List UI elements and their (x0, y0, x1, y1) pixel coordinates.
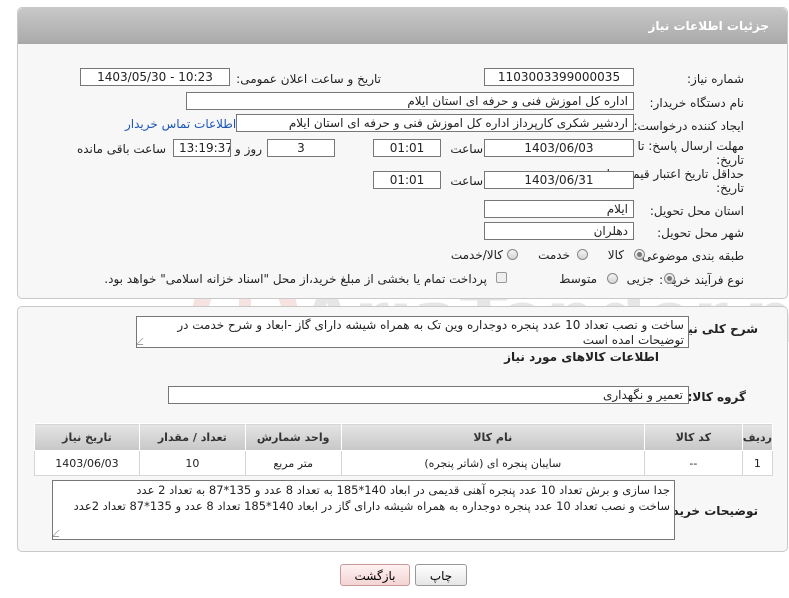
header-need-date: تاریخ نیاز (34, 423, 140, 451)
summary-textarea[interactable]: ساخت و نصب تعداد 10 عدد پنجره دوجداره وی… (136, 316, 689, 348)
cell-row-number: 1 (741, 450, 774, 476)
header-unit: واحد شمارش (244, 423, 342, 451)
purchase-radio-minor[interactable] (664, 273, 675, 284)
header-item-name: نام کالا (340, 423, 645, 451)
announce-datetime-field: 1403/05/30 - 10:23 (80, 68, 230, 86)
buyer-contact-link[interactable]: اطلاعات تماس خریدار (125, 117, 236, 131)
purchase-radio-medium[interactable] (607, 273, 618, 284)
buyer-notes-line-2: ساخت و نصب تعداد 10 عدد پنجره دوجداره به… (73, 499, 670, 513)
cell-need-date: 1403/06/03 (34, 450, 140, 476)
table-row[interactable]: 1 -- سایبان پنجره ای (شاتر پنجره) متر مر… (34, 450, 774, 476)
cell-item-code: -- (643, 450, 743, 476)
remaining-time-field: 13:19:37 (173, 139, 231, 157)
price-validity-time-field: 01:01 (373, 171, 441, 189)
reply-deadline-label: مهلت ارسال پاسخ: تا (637, 139, 744, 153)
city-label: شهر محل تحویل: (657, 226, 744, 240)
purchase-option-minor: جزیی (626, 272, 654, 286)
header-row-number: ردیف (741, 423, 774, 451)
category-label: طبقه بندی موضوعی: (637, 249, 744, 263)
price-validity-time-label: ساعت (450, 174, 483, 188)
items-table: ردیف کد کالا نام کالا واحد شمارش تعداد /… (34, 423, 774, 476)
reply-deadline-time-field: 01:01 (373, 139, 441, 157)
treasury-payment-note: پرداخت تمام یا بخشی از مبلغ خرید،از محل … (104, 272, 487, 286)
category-radio-goods-service[interactable] (507, 249, 518, 260)
table-header-row: ردیف کد کالا نام کالا واحد شمارش تعداد /… (34, 423, 774, 451)
purchase-option-medium: متوسط (559, 272, 597, 286)
treasury-payment-checkbox[interactable] (496, 272, 507, 283)
province-field: ایلام (484, 200, 634, 218)
goods-group-field: تعمیر و نگهداری (168, 386, 689, 404)
category-radio-goods[interactable] (634, 249, 645, 260)
header-item-code: کد کالا (643, 423, 743, 451)
cell-quantity: 10 (138, 450, 246, 476)
requester-field: اردشیر شکری کارپرداز اداره کل اموزش فنی … (236, 114, 634, 132)
need-number-field: 1103003399000035 (484, 68, 634, 86)
resize-handle[interactable] (53, 530, 66, 537)
category-radio-service[interactable] (577, 249, 588, 260)
header-quantity: تعداد / مقدار (138, 423, 246, 451)
summary-text: ساخت و نصب تعداد 10 عدد پنجره دوجداره وی… (177, 318, 684, 347)
resize-handle[interactable] (137, 338, 150, 345)
print-button[interactable]: چاپ (415, 564, 467, 586)
back-button[interactable]: بازگشت (340, 564, 410, 586)
reply-deadline-label-2: تاریخ: (716, 153, 744, 167)
buyer-notes-textarea[interactable]: جدا سازی و برش تعداد 10 عدد پنجره آهنی ق… (52, 480, 675, 540)
province-label: استان محل تحویل: (649, 204, 744, 218)
requester-label: ایجاد کننده درخواست: (633, 119, 744, 133)
price-validity-label-2: تاریخ: (716, 181, 744, 195)
panel-title: جزئیات اطلاعات نیاز (648, 19, 769, 33)
remaining-time-label: ساعت باقی مانده (76, 142, 166, 156)
remaining-days-field: 3 (267, 139, 335, 157)
panel-header: جزئیات اطلاعات نیاز (18, 8, 787, 44)
price-validity-date-field: 1403/06/31 (484, 171, 634, 189)
remaining-days-label: روز و (235, 142, 262, 156)
buyer-org-label: نام دستگاه خریدار: (649, 96, 745, 110)
buyer-org-field: اداره کل اموزش فنی و حرفه ای استان ایلام (186, 92, 634, 110)
announce-datetime-label: تاریخ و ساعت اعلان عمومی: (236, 72, 381, 86)
need-number-label: شماره نیاز: (687, 72, 744, 86)
reply-deadline-date-field: 1403/06/03 (484, 139, 634, 157)
city-field: دهلران (484, 222, 634, 240)
buyer-notes-line-1: جدا سازی و برش تعداد 10 عدد پنجره آهنی ق… (136, 483, 670, 497)
reply-deadline-time-label: ساعت (450, 142, 483, 156)
goods-info-title: اطلاعات کالاهای مورد نیاز (504, 350, 659, 364)
cell-unit: متر مربع (244, 450, 342, 476)
category-option-goods: کالا (607, 248, 624, 262)
goods-group-label: گروه کالا: (687, 390, 746, 404)
category-option-goods-service: کالا/خدمت (450, 248, 503, 262)
category-option-service: خدمت (538, 248, 570, 262)
cell-item-name: سایبان پنجره ای (شاتر پنجره) (340, 450, 645, 476)
